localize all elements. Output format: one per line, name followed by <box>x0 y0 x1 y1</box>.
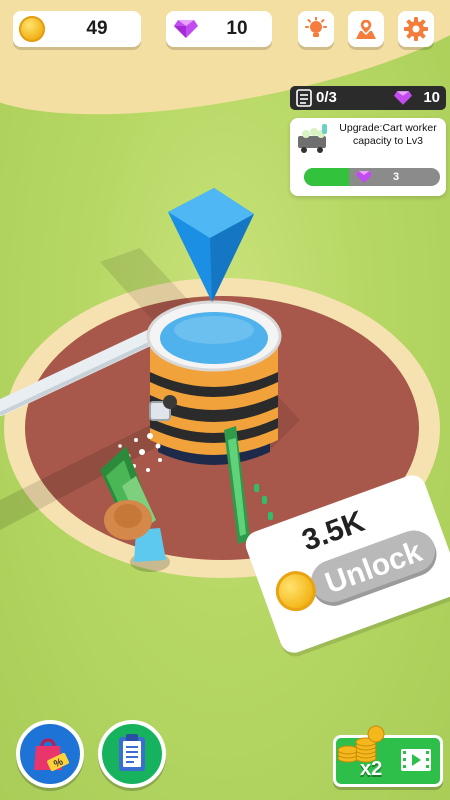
gem-counter: 10 <box>166 11 272 47</box>
coin-counter: 49 <box>13 11 141 47</box>
clipboard-icon <box>119 734 145 771</box>
checklist-icon <box>296 89 312 107</box>
upgrade-cost: 3 <box>392 171 400 183</box>
shopping-bag-discount-icon: % <box>34 738 69 772</box>
coin-icon <box>19 16 45 42</box>
upgrade-progress: 3 <box>304 168 440 186</box>
shop-button[interactable]: % <box>16 720 84 788</box>
gem-icon <box>394 91 412 105</box>
quest-progress: 0/3 <box>316 89 337 106</box>
coin-count: 49 <box>86 18 108 39</box>
tasks-button[interactable] <box>98 720 166 788</box>
settings-button[interactable] <box>398 11 434 47</box>
map-button[interactable] <box>348 11 384 47</box>
map-pin-icon <box>356 18 376 39</box>
video-play-icon <box>401 749 431 771</box>
video-multiplier: x2 <box>360 758 383 780</box>
gem-icon <box>174 20 198 38</box>
quest-bar[interactable]: 0/3 10 <box>290 86 446 110</box>
quest-reward: 10 <box>423 89 440 106</box>
double-coins-video-button[interactable]: x2 <box>333 725 443 787</box>
gem-count: 10 <box>226 18 248 39</box>
upgrade-progress-fill <box>304 168 349 186</box>
cart-worker-icon <box>298 124 327 153</box>
lightbulb-icon <box>305 17 327 37</box>
hint-button[interactable] <box>298 11 334 47</box>
upgrade-text: Upgrade:Cart worker capacity to Lv3 <box>339 122 437 147</box>
gear-icon <box>404 17 428 41</box>
upgrade-card[interactable]: Upgrade:Cart worker capacity to Lv3 3 <box>290 118 446 196</box>
